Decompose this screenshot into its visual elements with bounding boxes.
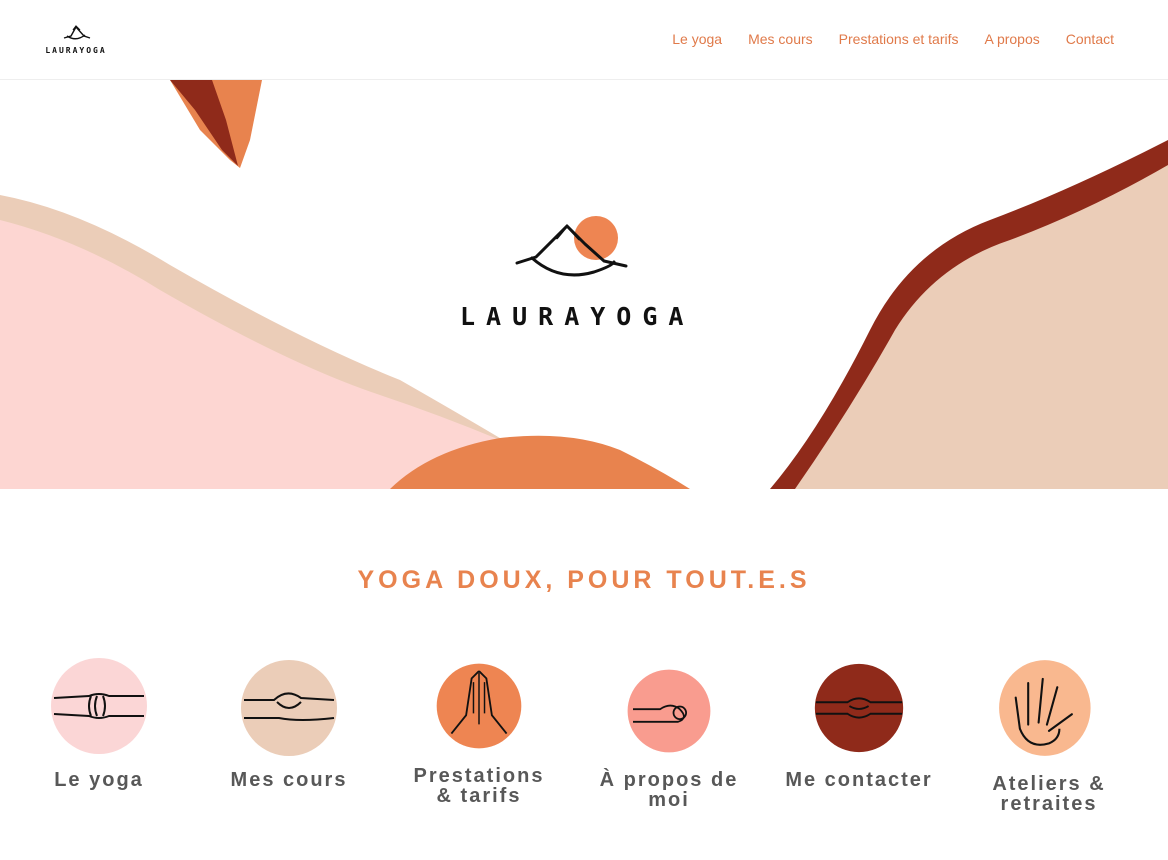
- logo-text: LAURAYOGA: [45, 46, 107, 55]
- card-a-propos[interactable]: À propos de moi: [594, 666, 744, 810]
- card-label: Prestations & tarifs: [413, 765, 545, 807]
- tagline-heading: YOGA DOUX, POUR TOUT.E.S: [357, 566, 811, 594]
- card-me-contacter[interactable]: Me contacter: [784, 660, 934, 790]
- card-label: Ateliers & retraites: [992, 773, 1106, 815]
- nav-mes-cours[interactable]: Mes cours: [748, 31, 813, 47]
- fist-hands-icon: [51, 658, 147, 754]
- card-label: Le yoga: [54, 769, 144, 791]
- cupped-hands-icon: [814, 663, 904, 753]
- site-header: LAURAYOGA Le yoga Mes cours Prestations …: [0, 0, 1168, 80]
- nav-contact[interactable]: Contact: [1066, 31, 1114, 47]
- card-prestations-tarifs[interactable]: Prestations & tarifs: [404, 660, 554, 806]
- open-hand-icon: [999, 660, 1091, 756]
- nav-prestations-tarifs[interactable]: Prestations et tarifs: [839, 31, 959, 47]
- site-logo[interactable]: LAURAYOGA: [38, 22, 114, 58]
- card-label: Mes cours: [230, 769, 348, 791]
- main-nav: Le yoga Mes cours Prestations et tarifs …: [672, 31, 1114, 47]
- hero-brand-text: LAURAYOGA: [460, 302, 695, 331]
- card-label: À propos de moi: [599, 769, 739, 811]
- gyan-mudra-icon: [627, 669, 711, 753]
- hero-banner: LAURAYOGA: [0, 80, 1168, 489]
- mountain-logo-icon: [63, 25, 91, 40]
- card-le-yoga[interactable]: Le yoga: [24, 656, 174, 790]
- card-ateliers-retraites[interactable]: Ateliers & retraites: [974, 656, 1124, 814]
- nav-a-propos[interactable]: A propos: [984, 31, 1039, 47]
- card-label: Me contacter: [785, 769, 933, 791]
- nav-le-yoga[interactable]: Le yoga: [672, 31, 722, 47]
- praying-hands-icon: [436, 663, 522, 749]
- card-mes-cours[interactable]: Mes cours: [214, 656, 364, 790]
- mudra-hand-icon: [241, 660, 337, 756]
